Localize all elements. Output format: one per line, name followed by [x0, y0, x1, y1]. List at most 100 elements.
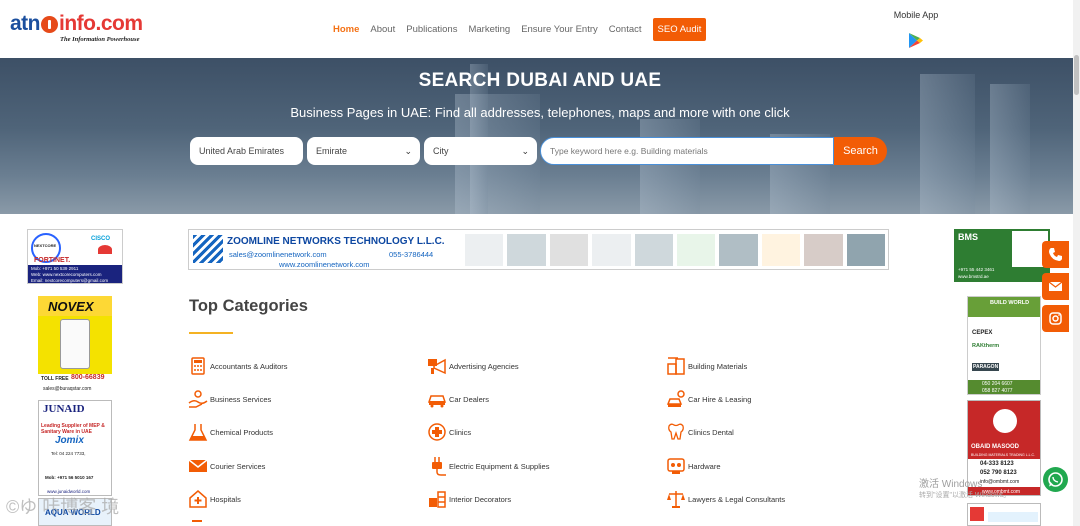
category-hardware[interactable]: Hardware: [666, 456, 721, 476]
building-icon: [667, 357, 685, 375]
whatsapp-icon: [1048, 472, 1063, 487]
bottom-watermark: ©ゆ 咔博客 境: [6, 497, 120, 517]
ad-strip: [988, 512, 1038, 522]
seo-audit-button[interactable]: SEO Audit: [652, 17, 707, 41]
country-select[interactable]: United Arab Emirates: [190, 137, 303, 165]
novex-toll-label: TOLL FREE: [41, 376, 69, 382]
nav-home[interactable]: Home: [333, 24, 359, 35]
category-label: Clinics: [449, 427, 472, 437]
mobile-app: Mobile App: [885, 10, 947, 54]
category-car-dealers[interactable]: Car Dealers: [427, 389, 489, 409]
bms-web: www.bmstrd.ae: [958, 274, 989, 279]
category-interior-decorators[interactable]: Interior Decorators: [427, 489, 511, 509]
google-play-icon[interactable]: [908, 32, 924, 49]
obaid-phone2: 052 790 8123: [980, 470, 1017, 476]
product-image: [761, 234, 801, 266]
category-chemical-products[interactable]: Chemical Products: [188, 422, 273, 442]
ad-bms[interactable]: BMS +971 55 442 3461 www.bmstrd.ae: [954, 229, 1050, 282]
obaid-phone1: 04-333 8123: [980, 461, 1014, 467]
ad-junaid[interactable]: JUNAID Leading Supplier of MEP & Sanitar…: [38, 400, 112, 496]
obaid-email: info@ombmt.com: [980, 479, 1020, 485]
top-categories-title: Top Categories: [189, 297, 308, 315]
ad-bottom-right[interactable]: [967, 503, 1041, 526]
envelope-icon: [188, 459, 208, 472]
category-business-services[interactable]: Business Services: [188, 389, 271, 409]
logo-mark-icon: [41, 15, 58, 33]
nextcore-email: Email: nextcorecomputers@gmail.com: [31, 278, 109, 283]
ad-logo-icon: [970, 507, 984, 521]
nav-contact[interactable]: Contact: [609, 24, 642, 35]
category-electric-equipment[interactable]: Electric Equipment & Supplies: [427, 456, 549, 476]
envelope-icon: [1048, 281, 1063, 291]
zoomline-phone: 055-3786444: [389, 250, 434, 259]
medical-cross-icon: [428, 423, 446, 441]
car-icon: [427, 395, 447, 408]
hardware-icon: [667, 458, 685, 474]
fortinet-brand: FORTINET.: [34, 257, 71, 264]
next-row-icon: [192, 520, 202, 526]
email-float-button[interactable]: [1042, 273, 1069, 300]
emirate-select[interactable]: Emirate ⌄: [307, 137, 420, 165]
category-label: Hospitals: [210, 494, 241, 504]
whatsapp-button[interactable]: [1043, 467, 1068, 492]
scrollbar-thumb[interactable]: [1074, 55, 1079, 95]
category-hospitals[interactable]: Hospitals: [188, 489, 241, 509]
junaid-mob: Mob: +971 56 5010 167: [45, 475, 94, 480]
page-scrollbar[interactable]: [1073, 0, 1080, 526]
category-building-materials[interactable]: Building Materials: [666, 356, 747, 376]
category-accountants[interactable]: Accountants & Auditors: [188, 356, 288, 376]
product-image: [719, 234, 758, 266]
category-label: Car Dealers: [449, 394, 490, 404]
product-image: [465, 234, 504, 266]
novex-email: sales@buraqstar.com: [43, 386, 92, 392]
category-clinics-dental[interactable]: Clinics Dental: [666, 422, 734, 442]
category-label: Business Services: [210, 394, 272, 404]
build-world-phone1: 050 204 6607: [982, 381, 1013, 387]
category-advertising[interactable]: Advertising Agencies: [427, 356, 519, 376]
ad-novex[interactable]: NOVEX TOLL FREE 800-66839 sales@buraqsta…: [38, 296, 112, 395]
paragon-brand: PARAGON: [972, 363, 1000, 371]
city-select[interactable]: City ⌄: [424, 137, 537, 165]
logo-text-right: info.com: [59, 12, 143, 35]
site-logo[interactable]: atn info.com The Information Powerhouse: [10, 13, 150, 47]
ad-zoomline[interactable]: ZOOMLINE NETWORKS TECHNOLOGY L.L.C. sale…: [188, 229, 889, 270]
cisco-brand: CISCO: [91, 236, 111, 242]
novex-brand: NOVEX: [48, 299, 94, 314]
nav-marketing[interactable]: Marketing: [468, 24, 510, 35]
hero-search: SEARCH DUBAI AND UAE Business Pages in U…: [0, 58, 1080, 214]
hero-subtitle: Business Pages in UAE: Find all addresse…: [290, 105, 790, 120]
hospital-icon: [189, 490, 207, 508]
nav-ensure-your-entry[interactable]: Ensure Your Entry: [521, 24, 598, 35]
keyword-placeholder: Type keyword here e.g. Building material…: [550, 146, 708, 156]
build-world-brand: BUILD WORLD: [990, 300, 1030, 306]
keyword-search-input[interactable]: Type keyword here e.g. Building material…: [540, 137, 834, 165]
product-image: [804, 234, 843, 266]
category-lawyers[interactable]: Lawyers & Legal Consultants: [666, 489, 785, 509]
category-car-hire[interactable]: Car Hire & Leasing: [666, 389, 751, 409]
plug-icon: [432, 457, 446, 476]
ad-nextcore[interactable]: NEXTCORE CISCO FORTINET. Mob: +971 50 53…: [27, 229, 123, 284]
category-courier-services[interactable]: Courier Services: [188, 456, 265, 476]
product-image: [677, 234, 716, 266]
obaid-brand: OBAID MASOOD: [971, 444, 1019, 450]
instagram-float-button[interactable]: [1042, 305, 1069, 332]
chevron-down-icon: ⌄: [404, 146, 412, 156]
interior-icon: [429, 491, 446, 508]
category-label: Hardware: [688, 461, 721, 471]
raktherm-brand: RAKtherm: [972, 343, 1000, 349]
phone-float-button[interactable]: [1042, 241, 1069, 268]
category-label: Clinics Dental: [688, 427, 734, 437]
category-clinics[interactable]: Clinics: [427, 422, 471, 442]
ad-build-world[interactable]: BUILD WORLD CEPEX RAKtherm PARAGON 050 2…: [967, 296, 1041, 395]
category-label: Electric Equipment & Supplies: [449, 461, 550, 471]
nav-publications[interactable]: Publications: [406, 24, 457, 35]
bms-phone: +971 55 442 3461: [958, 267, 995, 272]
cepex-brand: CEPEX: [972, 330, 993, 336]
instagram-icon: [1049, 312, 1062, 325]
site-header: atn info.com The Information Powerhouse H…: [0, 0, 1080, 58]
nav-about[interactable]: About: [370, 24, 395, 35]
country-select-value: United Arab Emirates: [199, 146, 285, 156]
logo-text-left: atn: [10, 12, 41, 35]
junaid-brand: JUNAID: [43, 403, 85, 415]
search-button[interactable]: Search: [834, 137, 887, 165]
